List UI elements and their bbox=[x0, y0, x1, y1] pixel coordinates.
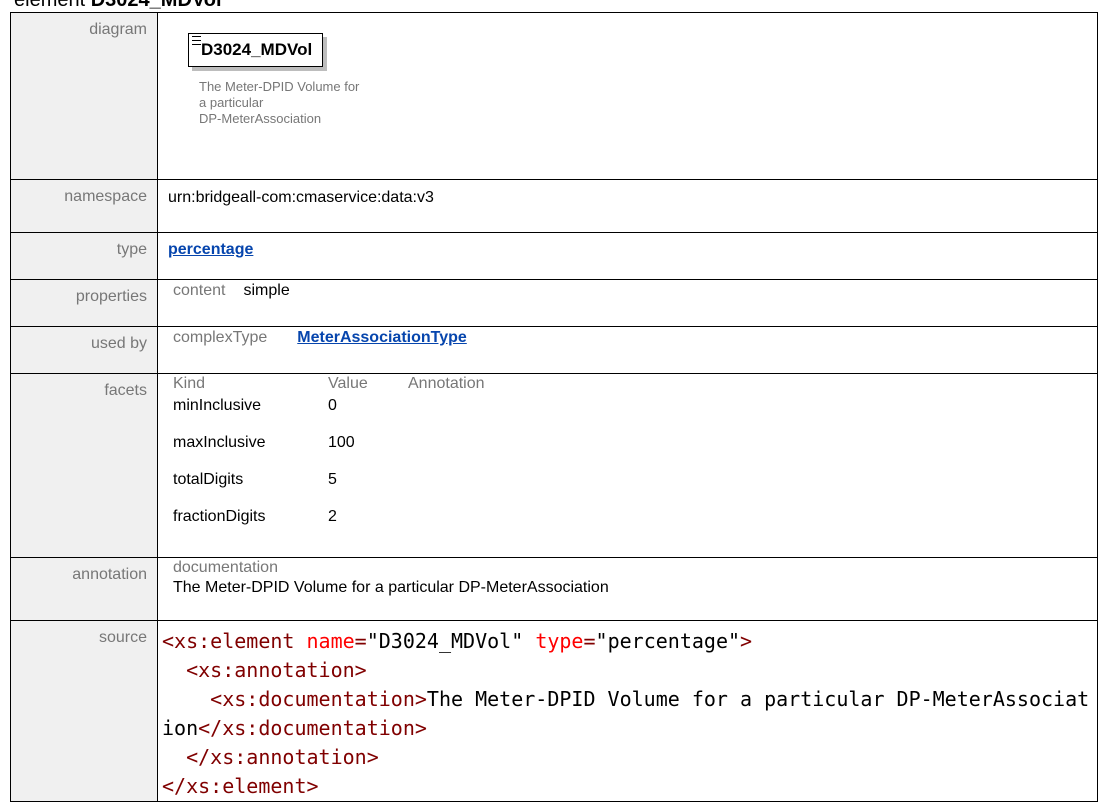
code-tag: </xs:element> bbox=[162, 774, 319, 798]
facet-kind: minInclusive bbox=[173, 397, 262, 414]
source-code: <xs:element name="D3024_MDVol" type="per… bbox=[158, 621, 1097, 801]
row-annotation: annotation documentation The Meter-DPID … bbox=[10, 557, 1098, 621]
row-diagram: diagram D3024_MDVol The Meter-DPID Volum… bbox=[10, 12, 1098, 180]
facet-row: fractionDigits 2 bbox=[173, 508, 485, 545]
diagram-doc-line: DP-MeterAssociation bbox=[199, 111, 322, 126]
code-value: "percentage" bbox=[595, 629, 741, 653]
code-tag: </xs:documentation> bbox=[198, 716, 427, 740]
namespace-value: urn:bridgeall-com:cmaservice:data:v3 bbox=[157, 179, 1098, 233]
heading-prefix: element bbox=[14, 0, 91, 11]
code-value: "D3024_MDVol" bbox=[366, 629, 524, 653]
row-label-source: source bbox=[10, 620, 158, 802]
heading-element-name: D3024_MDVol bbox=[90, 0, 222, 11]
facet-value: 0 bbox=[328, 397, 337, 414]
property-key: content bbox=[173, 282, 226, 299]
diagram-cell: D3024_MDVol The Meter-DPID Volume for a … bbox=[157, 12, 1098, 180]
page-heading: element D3024_MDVol bbox=[14, 0, 222, 12]
facet-kind: totalDigits bbox=[173, 471, 244, 488]
row-namespace: namespace urn:bridgeall-com:cmaservice:d… bbox=[10, 179, 1098, 233]
code-tag: <xs:documentation> bbox=[210, 687, 427, 711]
property-value: simple bbox=[243, 282, 290, 299]
code-tag: > bbox=[740, 629, 753, 653]
row-label-properties: properties bbox=[10, 279, 158, 327]
code-tag: </xs:annotation> bbox=[186, 745, 379, 769]
row-label-annotation: annotation bbox=[10, 557, 158, 621]
row-source: source <xs:element name="D3024_MDVol" ty… bbox=[10, 620, 1098, 802]
element-doc-table: diagram D3024_MDVol The Meter-DPID Volum… bbox=[10, 12, 1098, 802]
facets-table: Kind Value Annotation minInclusive 0 max… bbox=[173, 375, 485, 545]
facet-row: totalDigits 5 bbox=[173, 471, 485, 508]
facet-row: maxInclusive 100 bbox=[173, 434, 485, 471]
diagram-element-box[interactable]: D3024_MDVol bbox=[188, 33, 324, 67]
code-tag: <xs:annotation> bbox=[186, 658, 367, 682]
facet-row: minInclusive 0 bbox=[173, 397, 485, 434]
code-attr: type bbox=[535, 629, 584, 653]
row-facets: facets Kind Value Annotation minInclusiv… bbox=[10, 373, 1098, 558]
row-properties: properties content simple bbox=[10, 279, 1098, 327]
element-lines-icon bbox=[192, 36, 201, 45]
diagram-element-name: D3024_MDVol bbox=[201, 40, 313, 59]
facets-header-kind: Kind bbox=[173, 375, 206, 392]
diagram-documentation: The Meter-DPID Volume for a particular D… bbox=[199, 79, 399, 127]
facet-value: 5 bbox=[328, 471, 337, 488]
facet-kind: maxInclusive bbox=[173, 434, 266, 451]
code-eq: = bbox=[354, 629, 367, 653]
row-label-namespace: namespace bbox=[10, 179, 158, 233]
facet-value: 100 bbox=[328, 434, 355, 451]
diagram-doc-line: The Meter-DPID Volume for bbox=[199, 79, 360, 94]
row-label-diagram: diagram bbox=[10, 12, 158, 180]
row-label-type: type bbox=[10, 232, 158, 280]
diagram-doc-line: a particular bbox=[199, 95, 264, 110]
annotation-text: The Meter-DPID Volume for a particular D… bbox=[173, 579, 609, 596]
facets-header-annotation: Annotation bbox=[408, 375, 485, 392]
annotation-sub-label: documentation bbox=[173, 559, 278, 576]
facets-header-row: Kind Value Annotation bbox=[173, 375, 485, 397]
facet-value: 2 bbox=[328, 508, 337, 525]
facet-kind: fractionDigits bbox=[173, 508, 266, 525]
facets-header-value: Value bbox=[328, 375, 368, 392]
code-attr: name bbox=[306, 629, 355, 653]
row-label-facets: facets bbox=[10, 373, 158, 558]
row-label-used-by: used by bbox=[10, 326, 158, 374]
row-type: type percentage bbox=[10, 232, 1098, 280]
code-tag: <xs:element bbox=[162, 629, 295, 653]
used-by-link[interactable]: MeterAssociationType bbox=[297, 329, 467, 346]
type-link[interactable]: percentage bbox=[168, 241, 253, 258]
used-by-kind: complexType bbox=[173, 329, 268, 346]
row-used-by: used by complexType MeterAssociationType bbox=[10, 326, 1098, 374]
code-eq: = bbox=[583, 629, 596, 653]
